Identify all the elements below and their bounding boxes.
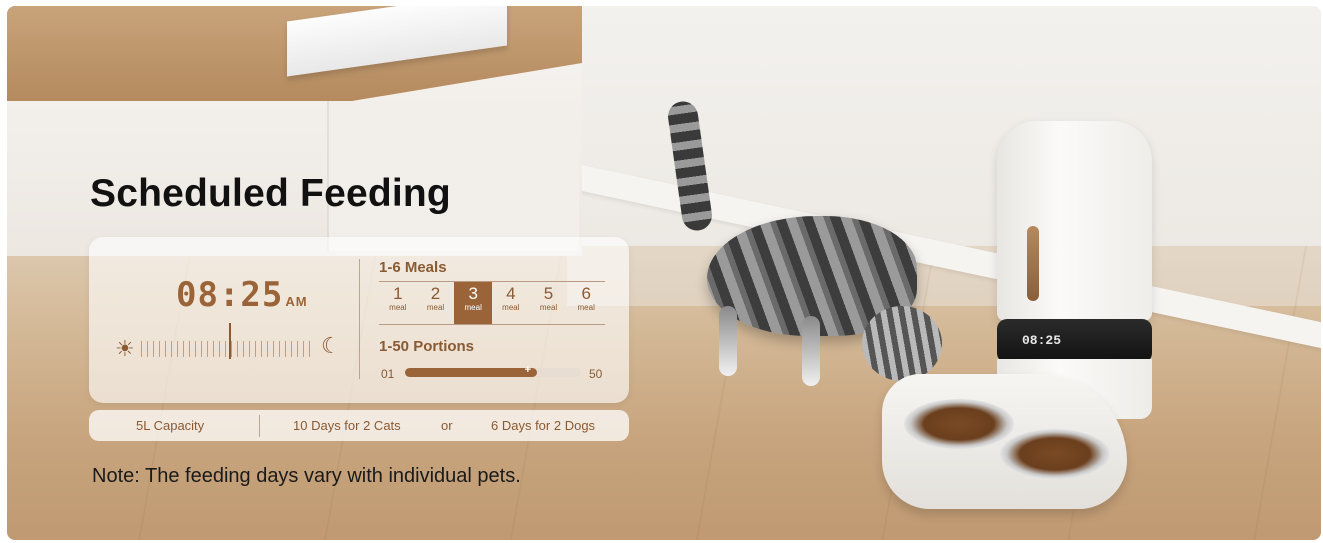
meal-number: 1 — [393, 284, 403, 303]
meal-number: 4 — [506, 284, 516, 303]
meal-option: 4 meal — [492, 282, 530, 324]
meal-option: 5 meal — [530, 282, 568, 324]
capacity-text: 5L Capacity — [136, 418, 205, 433]
clock-time: 08:25 — [176, 275, 284, 315]
cat-head — [862, 306, 942, 381]
meal-number: 6 — [581, 284, 591, 303]
meal-unit: meal — [539, 303, 558, 312]
capacity-bar: 5L Capacity 10 Days for 2 Cats or 6 Days… — [89, 410, 629, 441]
portions-track: + — [405, 364, 581, 377]
food-bowl — [1000, 429, 1110, 479]
feeder-hopper — [997, 121, 1152, 321]
portions-fill: + — [405, 364, 537, 377]
dogs-days-text: 6 Days for 2 Dogs — [491, 418, 596, 433]
cat-leg — [719, 306, 737, 376]
food-window — [1027, 226, 1039, 301]
portions-max: 50 — [589, 367, 603, 381]
cats-days-text: 10 Days for 2 Cats — [293, 418, 401, 433]
page-title: Scheduled Feeding — [90, 172, 451, 215]
meal-option: 3 meal — [454, 282, 493, 324]
moon-icon: ☾ — [321, 333, 341, 358]
time-slider-track — [141, 341, 311, 357]
portions-min: 01 — [381, 367, 395, 381]
clock-ampm: AM — [285, 294, 308, 309]
portions-label: 1-50 Portions — [379, 338, 475, 355]
schedule-panel: 08:25 AM ☀ ☾ 1-6 Meals 1 meal 2 meal 3 meal 4 me… — [89, 237, 629, 403]
panel-divider — [359, 259, 360, 379]
meal-unit: meal — [577, 303, 595, 312]
meal-unit: meal — [389, 303, 407, 312]
cat-leg — [802, 316, 820, 386]
note-text: Note: The feeding days vary with individ… — [92, 465, 521, 487]
or-text: or — [441, 418, 453, 433]
meal-unit: meal — [464, 303, 482, 312]
feeder-display-ring: 08:25 — [997, 319, 1152, 363]
bowl-tray — [882, 374, 1127, 509]
portions-knob: + — [524, 364, 531, 376]
meal-selector: 1 meal 2 meal 3 meal 4 meal 5 meal 6 meal — [379, 281, 605, 325]
food-bowl — [904, 399, 1014, 449]
meal-number: 3 — [468, 284, 478, 303]
stats-divider — [259, 415, 260, 437]
meals-label: 1-6 Meals — [379, 259, 447, 276]
meal-number: 2 — [430, 284, 441, 303]
feeder-display-time: 08:25 — [1022, 333, 1062, 348]
meal-option: 1 meal — [379, 282, 417, 324]
sun-icon: ☀ — [115, 336, 135, 361]
time-slider-handle — [229, 323, 231, 359]
meal-number: 5 — [543, 284, 554, 303]
meal-option: 6 meal — [567, 282, 605, 324]
meal-unit: meal — [502, 303, 520, 312]
clock-display: 08:25 AM — [176, 275, 308, 315]
meal-unit: meal — [426, 303, 445, 312]
meal-option: 2 meal — [417, 282, 455, 324]
